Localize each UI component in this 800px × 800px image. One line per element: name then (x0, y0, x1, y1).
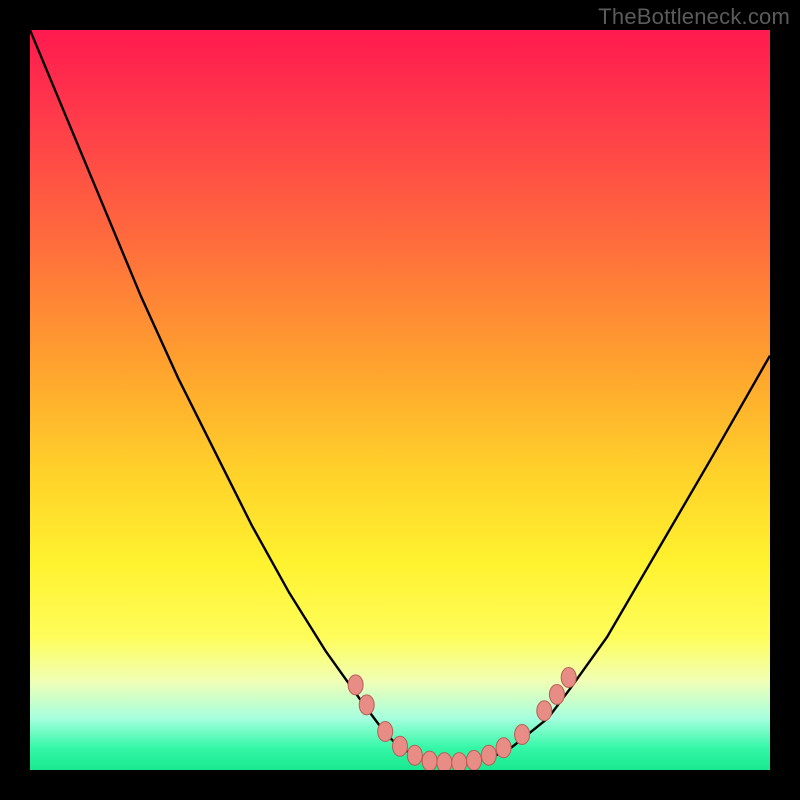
curve-marker (378, 722, 393, 742)
curve-marker (467, 750, 482, 770)
marker-group (348, 668, 576, 771)
curve-marker (437, 753, 452, 770)
curve-marker (549, 685, 564, 705)
curve-marker (407, 745, 422, 765)
curve-marker (422, 751, 437, 770)
chart-svg (30, 30, 770, 770)
curve-marker (359, 695, 374, 715)
curve-marker (481, 745, 496, 765)
curve-marker (537, 701, 552, 721)
chart-frame: TheBottleneck.com (0, 0, 800, 800)
curve-marker (561, 668, 576, 688)
curve-marker (393, 736, 408, 756)
chart-plot-area (30, 30, 770, 770)
curve-marker (348, 675, 363, 695)
curve-marker (496, 738, 511, 758)
curve-marker (515, 725, 530, 745)
watermark-text: TheBottleneck.com (598, 4, 790, 30)
bottleneck-curve (30, 30, 770, 763)
curve-marker (452, 753, 467, 770)
